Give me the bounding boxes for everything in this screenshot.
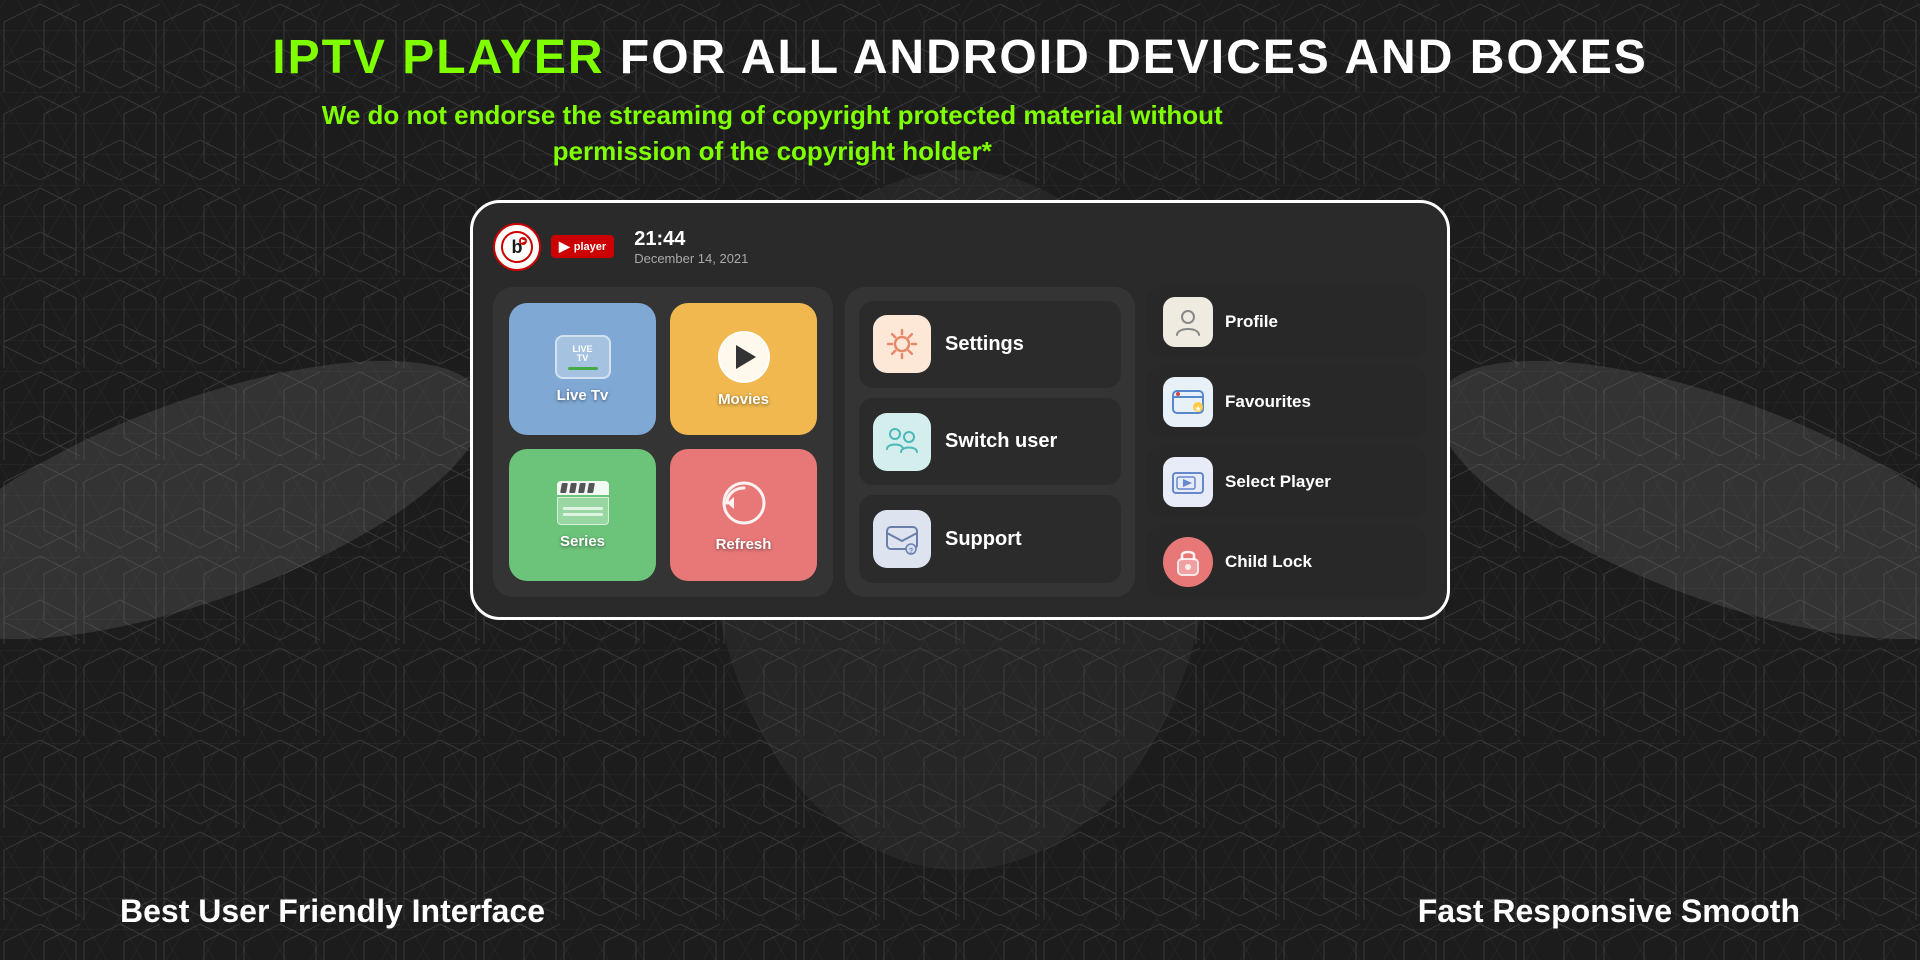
header: IPTV PLAYER FOR ALL ANDROID DEVICES AND … (272, 0, 1648, 170)
switch-user-label: Switch user (945, 430, 1057, 453)
select-player-label: Select Player (1225, 472, 1331, 492)
child-lock-label: Child Lock (1225, 552, 1312, 572)
svg-text:?: ? (909, 548, 913, 555)
profile-icon (1163, 297, 1213, 347)
device-frame: b ▶ player 21:44 December 14, 2021 (470, 200, 1450, 620)
child-lock-icon (1163, 537, 1213, 587)
left-panel: LIVE TV Live Tv Movies (493, 287, 833, 597)
right-panel: Profile ★ Favourites (1147, 287, 1427, 597)
profile-item[interactable]: Profile (1147, 287, 1427, 357)
bottom-right: Fast Responsive Smooth (1418, 893, 1800, 930)
profile-label: Profile (1225, 312, 1278, 332)
refresh-icon (719, 478, 769, 528)
tile-refresh-label: Refresh (716, 536, 772, 553)
favourites-item[interactable]: ★ Favourites (1147, 367, 1427, 437)
play-icon: ▶ (559, 238, 570, 255)
bottom-bar: Best User Friendly Interface Fast Respon… (0, 893, 1920, 930)
child-lock-item[interactable]: Child Lock (1147, 527, 1427, 597)
switch-user-row[interactable]: Switch user (859, 398, 1121, 485)
series-icon (557, 481, 609, 525)
favourites-label: Favourites (1225, 392, 1311, 412)
support-row[interactable]: ? Support (859, 495, 1121, 582)
live-tv-icon: LIVE TV (555, 335, 611, 379)
tile-series-label: Series (560, 533, 605, 550)
tile-refresh[interactable]: Refresh (670, 449, 817, 581)
bottom-left: Best User Friendly Interface (120, 893, 545, 930)
select-player-icon (1163, 457, 1213, 507)
settings-row[interactable]: Settings (859, 301, 1121, 388)
switch-user-icon (873, 413, 931, 471)
middle-panel: Settings Switch user (845, 287, 1135, 597)
player-badge-text: player (574, 241, 606, 253)
tile-movies[interactable]: Movies (670, 303, 817, 435)
title-iptv: IPTV PLAYER (272, 31, 604, 84)
device-content: LIVE TV Live Tv Movies (493, 287, 1427, 597)
tile-live-tv[interactable]: LIVE TV Live Tv (509, 303, 656, 435)
app-logo: b (493, 223, 541, 271)
svg-text:★: ★ (1195, 405, 1202, 413)
settings-label: Settings (945, 333, 1024, 356)
device-topbar: b ▶ player 21:44 December 14, 2021 (493, 223, 1427, 271)
time-display: 21:44 (634, 228, 748, 251)
support-label: Support (945, 528, 1022, 551)
settings-icon (873, 315, 931, 373)
main-title: IPTV PLAYER FOR ALL ANDROID DEVICES AND … (272, 30, 1648, 85)
tile-movies-label: Movies (718, 391, 769, 408)
date-display: December 14, 2021 (634, 251, 748, 266)
select-player-item[interactable]: Select Player (1147, 447, 1427, 517)
movies-icon (718, 331, 770, 383)
tile-live-tv-label: Live Tv (557, 387, 609, 404)
title-rest: FOR ALL ANDROID DEVICES AND BOXES (605, 31, 1648, 84)
subtitle: We do not endorse the streaming of copyr… (272, 97, 1272, 170)
tile-series[interactable]: Series (509, 449, 656, 581)
device-time: 21:44 December 14, 2021 (634, 228, 748, 266)
favourites-icon: ★ (1163, 377, 1213, 427)
player-badge: ▶ player (551, 235, 614, 258)
support-icon: ? (873, 510, 931, 568)
